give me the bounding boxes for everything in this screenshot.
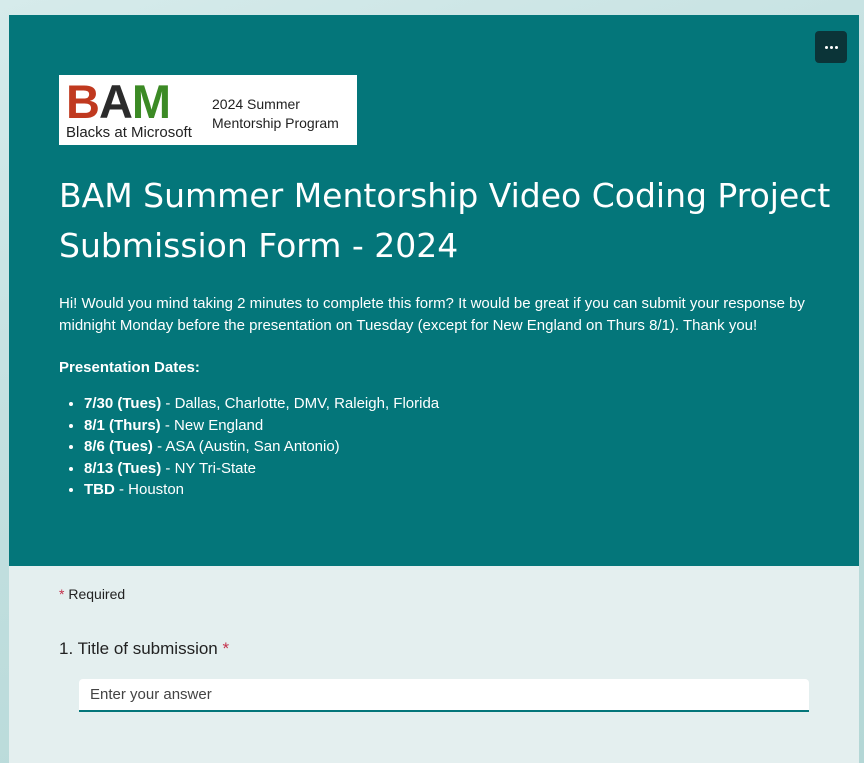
bam-wordmark: BAM — [66, 75, 171, 128]
list-item: 7/30 (Tues) - Dallas, Charlotte, DMV, Ra… — [84, 393, 439, 415]
presentation-dates-heading: Presentation Dates: — [59, 359, 200, 376]
presentation-dates-list: 7/30 (Tues) - Dallas, Charlotte, DMV, Ra… — [59, 393, 439, 501]
form-header: BAM Blacks at Microsoft 2024 Summer Ment… — [9, 15, 859, 566]
form-card: BAM Blacks at Microsoft 2024 Summer Ment… — [9, 15, 859, 763]
bam-logo: BAM Blacks at Microsoft 2024 Summer Ment… — [59, 75, 357, 145]
more-options-button[interactable] — [815, 31, 847, 63]
form-description: Hi! Would you mind taking 2 minutes to c… — [59, 295, 805, 334]
logo-program-name: 2024 Summer Mentorship Program — [212, 96, 339, 131]
form-title: BAM Summer Mentorship Video Coding Proje… — [59, 176, 831, 265]
list-item: 8/1 (Thurs) - New England — [84, 415, 439, 437]
ellipsis-icon — [824, 45, 838, 49]
required-note: * Required — [59, 586, 125, 602]
logo-org-name: Blacks at Microsoft — [66, 124, 192, 141]
required-star: * — [59, 586, 65, 602]
required-star: * — [222, 639, 230, 658]
list-item: 8/6 (Tues) - ASA (Austin, San Antonio) — [84, 436, 439, 458]
question-text: Title of submission — [77, 639, 218, 658]
question-title-label: 1. Title of submission * — [59, 639, 229, 659]
title-answer-input[interactable] — [79, 679, 809, 712]
list-item: TBD - Houston — [84, 479, 439, 501]
required-label: Required — [68, 586, 126, 602]
list-item: 8/13 (Tues) - NY Tri-State — [84, 458, 439, 480]
question-number: 1. — [59, 639, 74, 658]
